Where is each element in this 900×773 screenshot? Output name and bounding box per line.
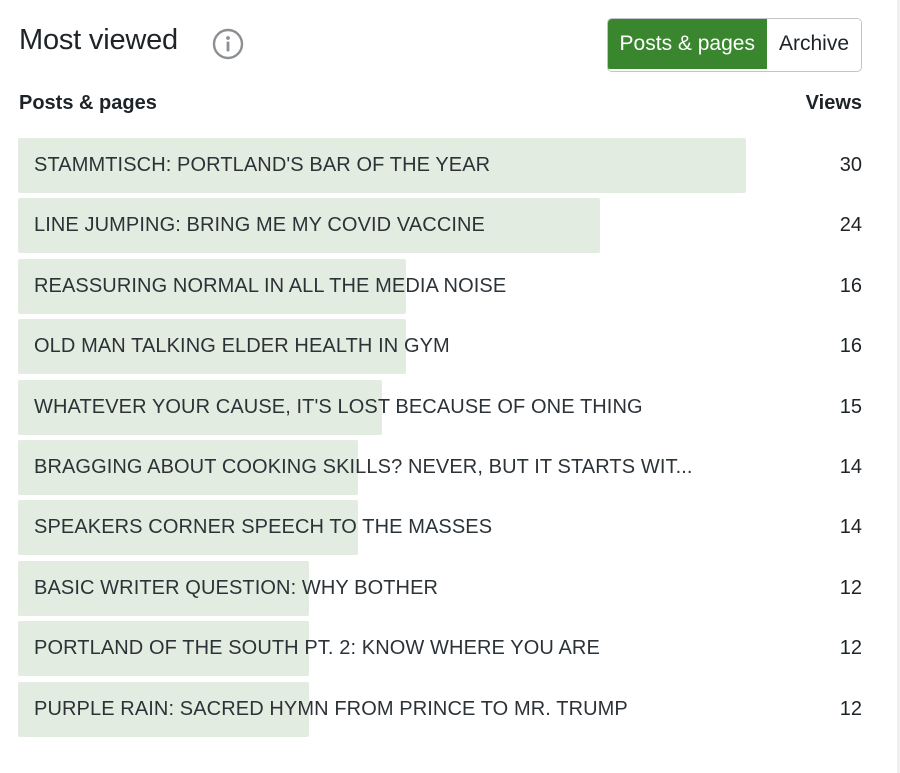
column-headers: Posts & pages Views (19, 90, 862, 120)
post-title-link[interactable]: SPEAKERS CORNER SPEECH TO THE MASSES (34, 500, 492, 555)
list-item[interactable]: BASIC WRITER QUESTION: WHY BOTHER 12 (18, 560, 862, 616)
view-count: 14 (839, 516, 862, 539)
view-count: 14 (839, 455, 862, 478)
post-title-link[interactable]: OLD MAN TALKING ELDER HEALTH IN GYM (34, 319, 450, 374)
info-icon[interactable] (212, 28, 244, 60)
list-item[interactable]: PORTLAND OF THE SOUTH PT. 2: KNOW WHERE … (18, 621, 862, 677)
post-title-link[interactable]: BRAGGING ABOUT COOKING SKILLS? NEVER, BU… (34, 440, 693, 495)
view-count: 24 (839, 214, 862, 237)
post-title-link[interactable]: LINE JUMPING: BRING ME MY COVID VACCINE (34, 198, 485, 253)
column-header-views: Views (805, 92, 862, 114)
list-item[interactable]: OLD MAN TALKING ELDER HEALTH IN GYM 16 (18, 319, 862, 375)
post-title-link[interactable]: BASIC WRITER QUESTION: WHY BOTHER (34, 561, 438, 616)
archive-toggle-button[interactable]: Archive (766, 19, 861, 69)
view-count: 15 (839, 395, 862, 418)
list-item[interactable]: SPEAKERS CORNER SPEECH TO THE MASSES 14 (18, 500, 862, 556)
list-item[interactable]: LINE JUMPING: BRING ME MY COVID VACCINE 2… (18, 198, 862, 254)
most-viewed-panel: Most viewed Posts & pages Archive Posts … (0, 0, 862, 773)
view-count: 16 (839, 335, 862, 358)
post-title-link[interactable]: PORTLAND OF THE SOUTH PT. 2: KNOW WHERE … (34, 621, 600, 676)
view-count: 12 (839, 576, 862, 599)
post-title-link[interactable]: REASSURING NORMAL IN ALL THE MEDIA NOISE (34, 259, 506, 314)
most-viewed-list: STAMMTISCH: PORTLAND'S BAR OF THE YEAR 30… (18, 138, 862, 742)
panel-header: Most viewed Posts & pages Archive (19, 18, 862, 72)
post-title-link[interactable]: STAMMTISCH: PORTLAND'S BAR OF THE YEAR (34, 138, 490, 193)
view-toggle: Posts & pages Archive (606, 18, 862, 72)
post-title-link[interactable]: WHATEVER YOUR CAUSE, IT'S LOST BECAUSE O… (34, 380, 643, 435)
post-title-link[interactable]: PURPLE RAIN: SACRED HYMN FROM PRINCE TO … (34, 682, 628, 737)
view-count: 12 (839, 637, 862, 660)
view-count: 12 (839, 697, 862, 720)
view-count: 16 (839, 274, 862, 297)
list-item[interactable]: REASSURING NORMAL IN ALL THE MEDIA NOISE… (18, 258, 862, 314)
list-item[interactable]: WHATEVER YOUR CAUSE, IT'S LOST BECAUSE O… (18, 379, 862, 435)
list-item[interactable]: BRAGGING ABOUT COOKING SKILLS? NEVER, BU… (18, 439, 862, 495)
column-header-posts: Posts & pages (19, 92, 157, 114)
posts-pages-toggle-button[interactable]: Posts & pages (607, 19, 767, 69)
list-item[interactable]: PURPLE RAIN: SACRED HYMN FROM PRINCE TO … (18, 681, 862, 737)
view-count: 30 (839, 154, 862, 176)
list-item[interactable]: STAMMTISCH: PORTLAND'S BAR OF THE YEAR 30 (18, 138, 862, 193)
panel-title: Most viewed (19, 24, 178, 56)
